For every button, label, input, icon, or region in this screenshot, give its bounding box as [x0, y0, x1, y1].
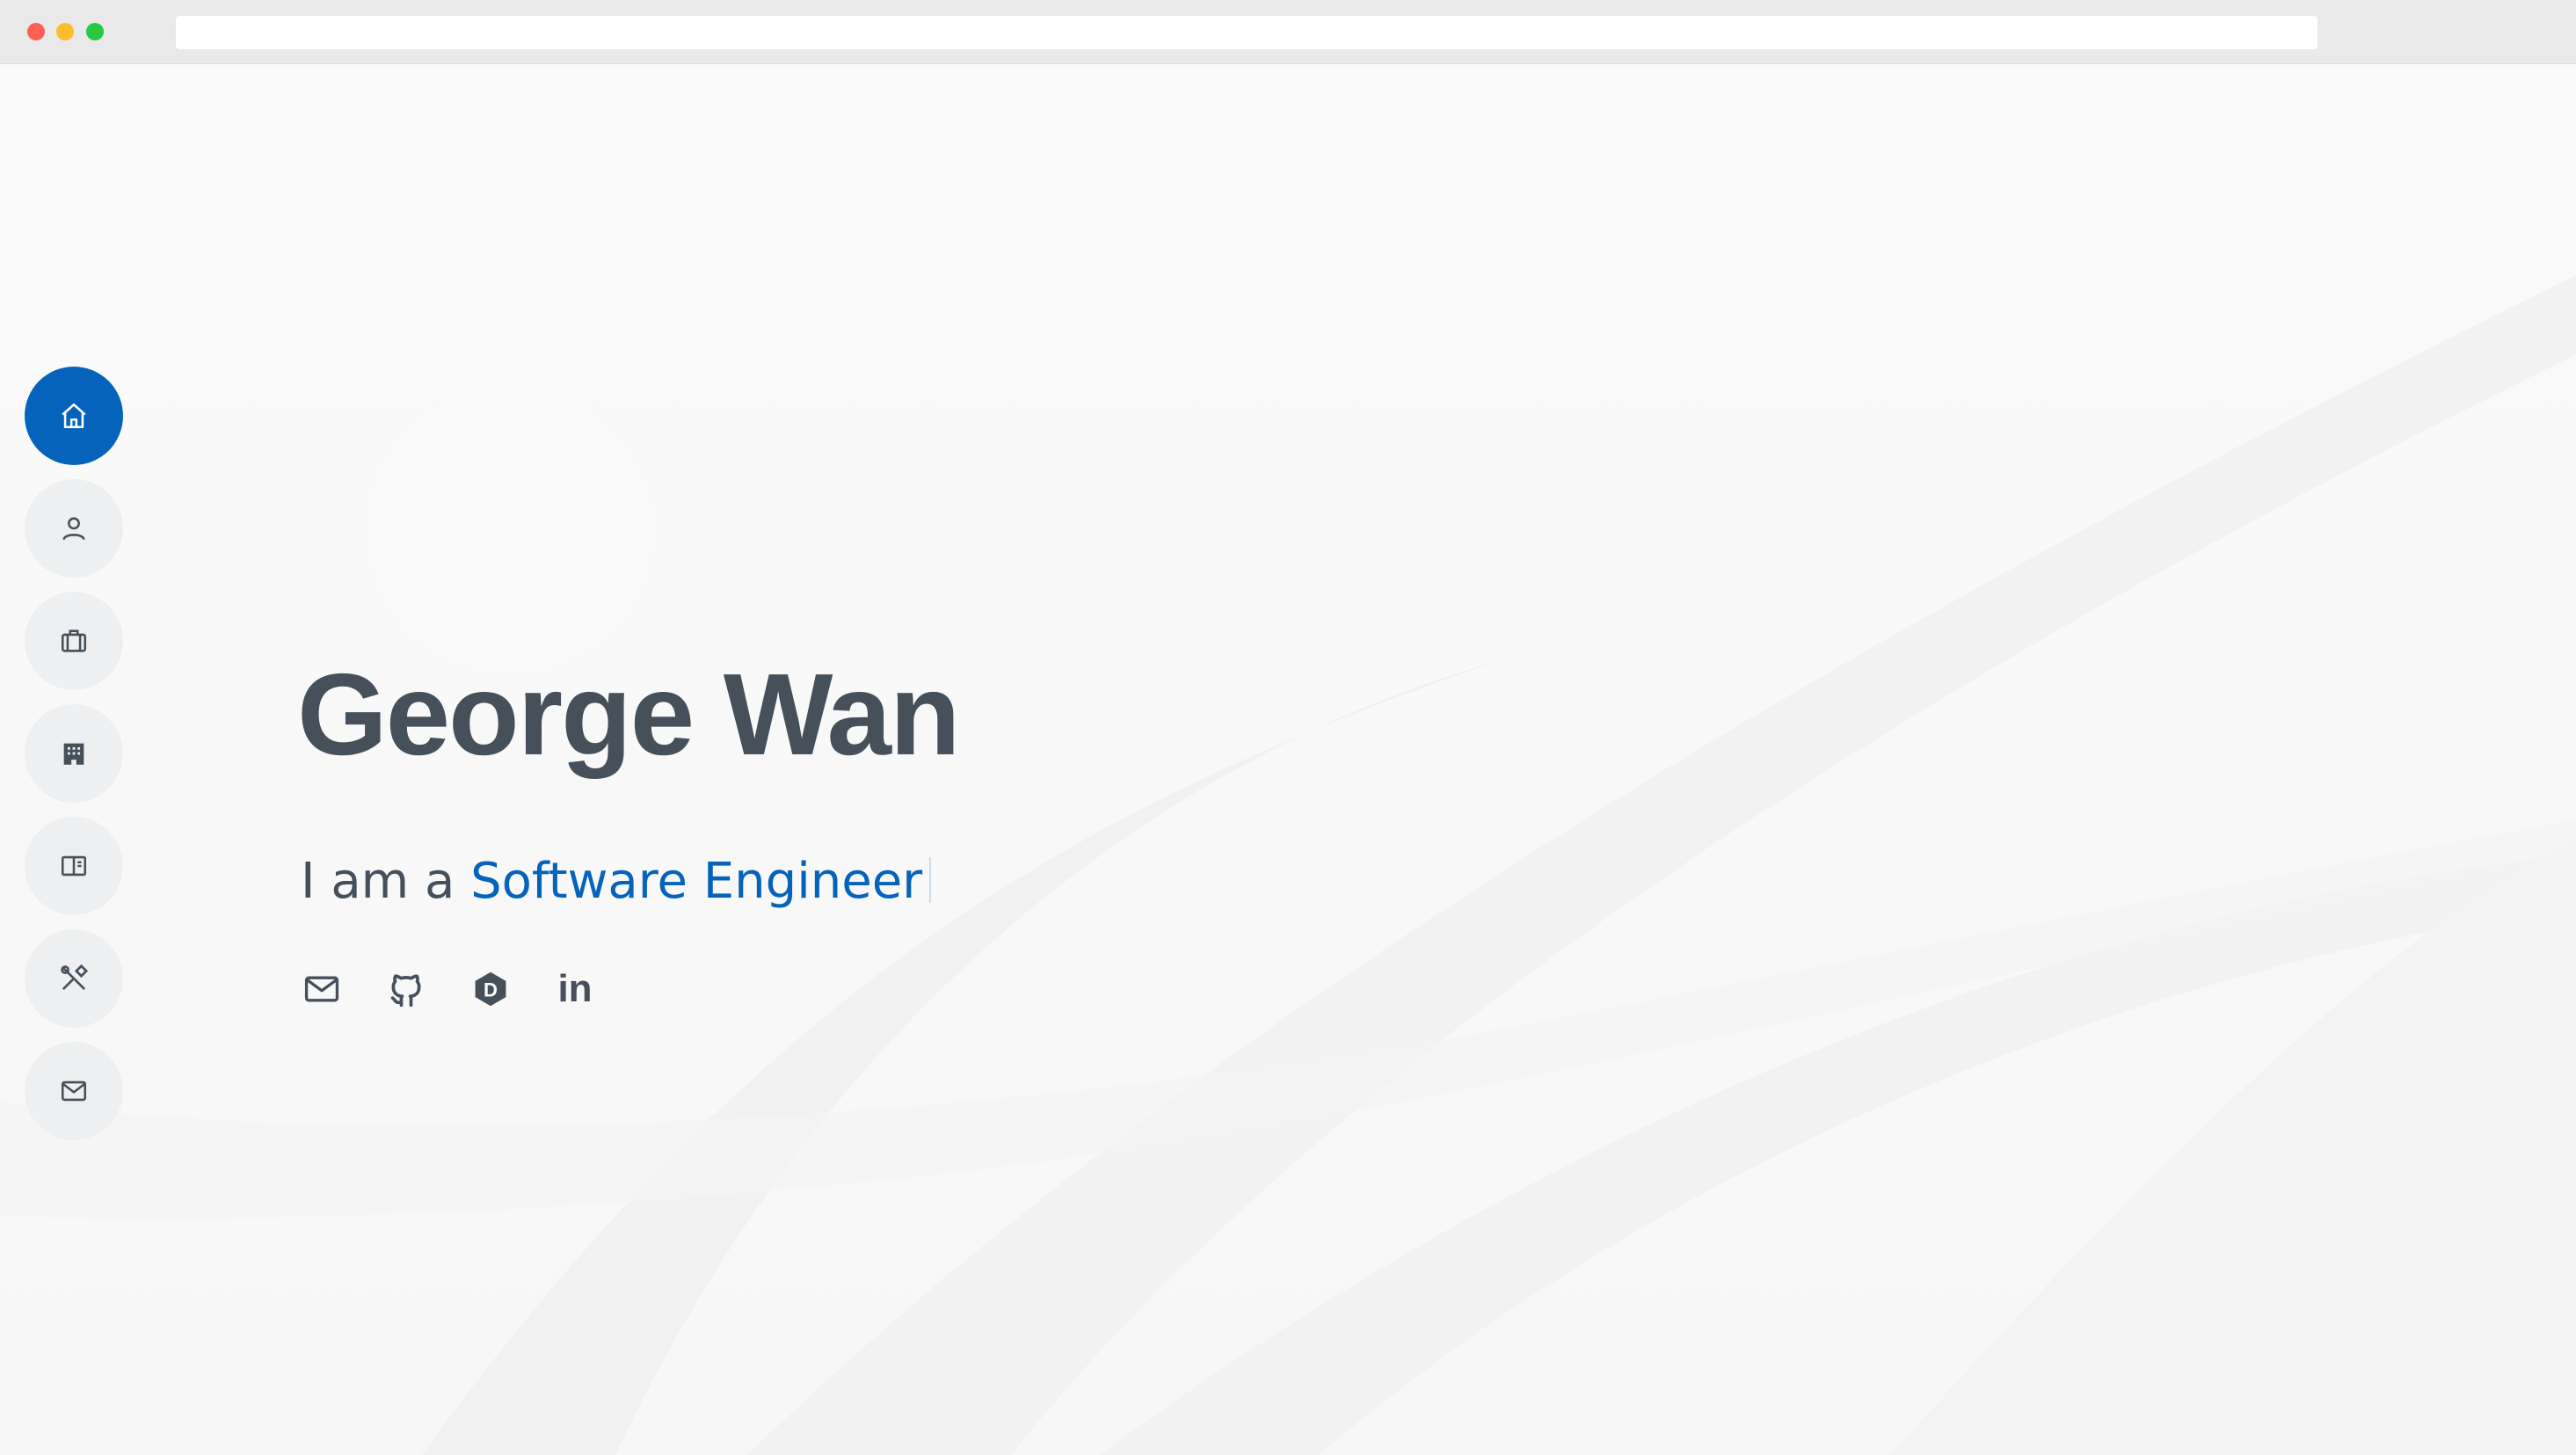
book-icon — [61, 855, 87, 877]
dev-link[interactable]: D — [469, 968, 512, 1010]
close-window-button[interactable] — [27, 23, 45, 40]
tagline-role: Software Engineer — [470, 853, 923, 910]
github-icon — [390, 974, 421, 1008]
tagline-prefix: I am a — [301, 853, 471, 910]
hero-name: George Wan — [297, 650, 961, 779]
dev-glyph: D — [484, 978, 498, 1000]
envelope-icon — [304, 976, 339, 1002]
building-icon — [63, 743, 84, 765]
nav-contact-button[interactable] — [25, 1042, 123, 1140]
dev-icon: D — [475, 971, 506, 1007]
nav-resume-button[interactable] — [25, 592, 123, 690]
browser-toolbar — [0, 0, 2576, 64]
envelope-icon — [61, 1080, 87, 1102]
nav-experience-button[interactable] — [25, 704, 123, 803]
nav-home-button[interactable] — [25, 367, 123, 465]
linkedin-icon: in — [557, 967, 593, 1010]
nav-skills-button[interactable] — [25, 929, 123, 1028]
minimize-window-button[interactable] — [56, 23, 74, 40]
typing-cursor — [929, 857, 932, 903]
maximize-window-button[interactable] — [86, 23, 104, 40]
nav-about-button[interactable] — [25, 479, 123, 578]
email-link[interactable] — [301, 968, 343, 1010]
address-bar[interactable] — [176, 16, 2318, 49]
hero-tagline: I am a Software Engineer — [301, 851, 932, 913]
person-icon — [62, 517, 85, 541]
github-link[interactable] — [385, 968, 427, 1010]
browser-window: George Wan I am a Software Engineer D in — [0, 0, 2576, 1455]
home-icon — [62, 403, 86, 429]
tools-icon — [61, 964, 89, 990]
page-content: George Wan I am a Software Engineer D in — [0, 64, 2576, 1455]
briefcase-icon — [61, 629, 87, 652]
linkedin-link[interactable]: in — [554, 968, 596, 1010]
nav-portfolio-button[interactable] — [25, 817, 123, 915]
